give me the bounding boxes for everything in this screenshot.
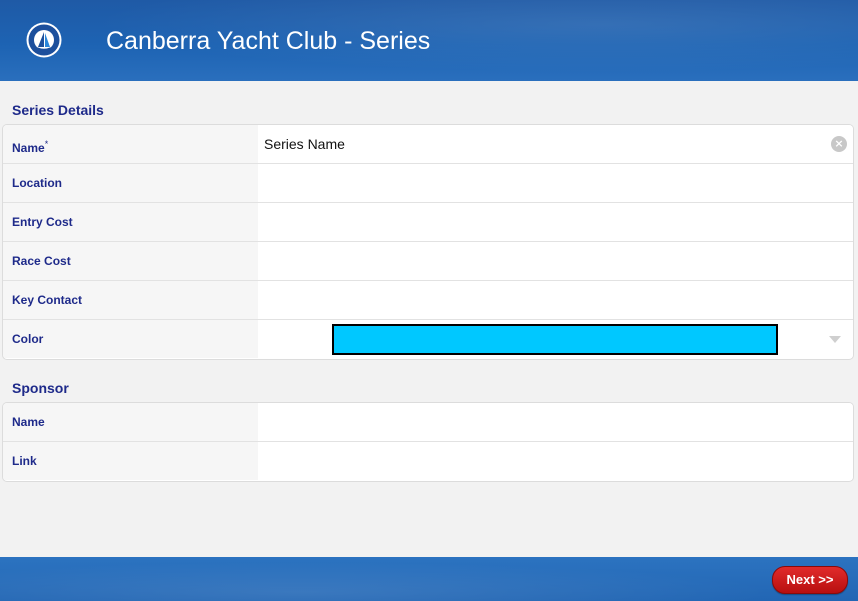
sponsor-form: Name Link [2, 402, 854, 482]
name-label: Name* [12, 137, 48, 155]
color-swatch[interactable] [332, 324, 778, 355]
key-contact-row: Key Contact [3, 280, 853, 319]
sponsor-name-label: Name [12, 415, 45, 429]
sponsor-link-row: Link [3, 441, 853, 480]
name-input[interactable]: Series Name × [258, 125, 853, 163]
entry-cost-row: Entry Cost [3, 202, 853, 241]
required-marker: * [44, 139, 49, 149]
entry-cost-input[interactable] [258, 203, 853, 241]
next-button[interactable]: Next >> [772, 566, 848, 594]
location-label: Location [12, 176, 62, 190]
clear-icon[interactable]: × [831, 136, 847, 152]
page-title: Canberra Yacht Club - Series [106, 27, 431, 55]
sponsor-name-label-cell: Name [3, 403, 258, 441]
key-contact-label-cell: Key Contact [3, 281, 258, 319]
sponsor-heading: Sponsor [12, 380, 69, 396]
key-contact-input[interactable] [258, 281, 853, 319]
yacht-club-logo-icon [26, 22, 62, 58]
name-label-cell: Name* [3, 125, 258, 163]
entry-cost-label-cell: Entry Cost [3, 203, 258, 241]
location-label-cell: Location [3, 164, 258, 202]
sponsor-link-label-cell: Link [3, 442, 258, 480]
name-row: Name* Series Name × [3, 125, 853, 163]
name-input-value: Series Name [264, 136, 345, 152]
race-cost-input[interactable] [258, 242, 853, 280]
name-label-text: Name [12, 141, 45, 155]
key-contact-label: Key Contact [12, 293, 83, 307]
sponsor-name-input[interactable] [258, 403, 853, 441]
sponsor-link-label: Link [12, 454, 37, 468]
location-row: Location [3, 163, 853, 202]
race-cost-row: Race Cost [3, 241, 853, 280]
chevron-down-icon[interactable] [829, 336, 841, 343]
app-header: Canberra Yacht Club - Series [0, 0, 858, 81]
location-input[interactable] [258, 164, 853, 202]
race-cost-label-cell: Race Cost [3, 242, 258, 280]
series-details-form: Name* Series Name × Location Entry Cost … [2, 124, 854, 360]
race-cost-label: Race Cost [12, 254, 71, 268]
sponsor-name-row: Name [3, 403, 853, 441]
color-label: Color [12, 332, 44, 346]
series-details-heading: Series Details [12, 102, 104, 118]
color-row: Color [3, 319, 853, 358]
sponsor-link-input[interactable] [258, 442, 853, 480]
footer-bar: Next >> [0, 557, 858, 601]
color-select[interactable] [258, 320, 853, 358]
color-label-cell: Color [3, 320, 258, 358]
entry-cost-label: Entry Cost [12, 215, 73, 229]
